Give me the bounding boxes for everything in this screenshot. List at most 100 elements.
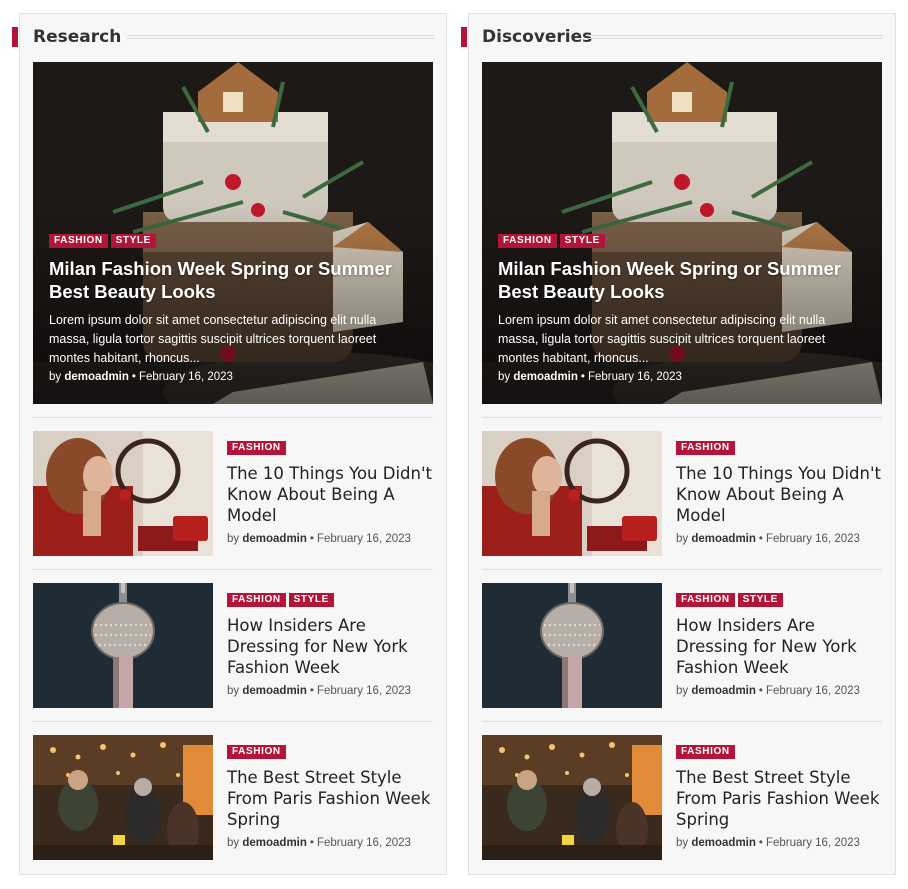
category-tag[interactable]: FASHION [676,441,735,455]
post-date: February 16, 2023 [316,533,411,545]
post-meta: by demoadmin • February 16, 2023 [227,685,433,697]
post-meta: by demoadmin • February 16, 2023 [227,837,433,849]
category-tag[interactable]: STYLE [288,593,334,607]
post-date: February 16, 2023 [765,533,860,545]
by-label: by [227,685,240,697]
post-date: February 16, 2023 [765,837,860,849]
post-title[interactable]: How Insiders Are Dressing for New York F… [676,615,882,678]
section-title: Discoveries [482,27,593,47]
category-tag[interactable]: FASHION [227,593,286,607]
featured-content: FASHION STYLE Milan Fashion Week Spring or… [498,234,862,383]
post-date: February 16, 2023 [138,371,233,383]
item-divider [482,417,882,418]
post-tags: FASHION STYLE [227,593,433,607]
post-thumbnail[interactable] [33,735,213,860]
category-tag[interactable]: STYLE [559,234,605,248]
category-tag[interactable]: FASHION [49,234,108,248]
post-thumbnail[interactable] [482,735,662,860]
meta-separator: • [131,371,136,383]
post-thumbnail[interactable] [33,583,213,708]
meta-separator: • [758,837,763,849]
post-info: FASHION The 10 Things You Didn't Know Abo… [227,441,433,545]
post-tags: FASHION STYLE [676,593,882,607]
category-tag[interactable]: FASHION [676,745,735,759]
post-meta: by demoadmin • February 16, 2023 [676,837,882,849]
post-thumbnail[interactable] [33,431,213,556]
item-divider [482,569,882,570]
post-tags: FASHION [227,745,433,759]
post-meta: by demoadmin • February 16, 2023 [676,533,882,545]
featured-post[interactable]: FASHION STYLE Milan Fashion Week Spring or… [33,62,433,404]
post-tags: FASHION STYLE [49,234,413,248]
post-info: FASHION The Best Street Style From Paris … [676,745,882,849]
post-info: FASHION The 10 Things You Didn't Know Abo… [676,441,882,545]
meta-separator: • [309,837,314,849]
author-link[interactable]: demoadmin [242,837,307,849]
post-list-item: FASHION The 10 Things You Didn't Know Abo… [482,417,882,556]
post-title[interactable]: How Insiders Are Dressing for New York F… [227,615,433,678]
meta-separator: • [309,533,314,545]
featured-excerpt: Lorem ipsum dolor sit amet consectetur a… [49,313,377,365]
post-date: February 16, 2023 [316,837,411,849]
category-tag[interactable]: FASHION [227,441,286,455]
item-divider [482,721,882,722]
by-label: by [676,685,689,697]
category-tag[interactable]: STYLE [737,593,783,607]
post-tags: FASHION [227,441,433,455]
post-date: February 16, 2023 [587,371,682,383]
meta-separator: • [580,371,585,383]
research-panel: Research FASHION STYLE Milan Fashion Week … [12,13,447,875]
category-tag[interactable]: STYLE [110,234,156,248]
featured-content: FASHION STYLE Milan Fashion Week Spring or… [49,234,413,383]
post-tags: FASHION [676,441,882,455]
post-info: FASHION STYLE How Insiders Are Dressing fo… [676,593,882,697]
featured-title[interactable]: Milan Fashion Week Spring or Summer Best… [498,257,862,303]
post-meta: by demoadmin • February 16, 2023 [227,533,433,545]
category-tag[interactable]: FASHION [227,745,286,759]
section-header: Discoveries [461,27,883,49]
section-title: Research [33,27,122,47]
post-list-item: FASHION STYLE How Insiders Are Dressing fo… [482,569,882,708]
item-divider [33,721,433,722]
meta-separator: • [758,533,763,545]
post-tags: FASHION [676,745,882,759]
author-link[interactable]: demoadmin [691,837,756,849]
by-label: by [227,837,240,849]
post-list-item: FASHION The Best Street Style From Paris … [482,721,882,860]
section-accent-bar [461,27,467,47]
meta-separator: • [758,685,763,697]
featured-title[interactable]: Milan Fashion Week Spring or Summer Best… [49,257,413,303]
author-link[interactable]: demoadmin [64,371,129,383]
author-link[interactable]: demoadmin [513,371,578,383]
post-thumbnail[interactable] [482,583,662,708]
post-title[interactable]: The 10 Things You Didn't Know About Bein… [676,463,882,526]
post-date: February 16, 2023 [765,685,860,697]
author-link[interactable]: demoadmin [691,685,756,697]
post-thumbnail[interactable] [482,431,662,556]
author-link[interactable]: demoadmin [242,685,307,697]
post-title[interactable]: The Best Street Style From Paris Fashion… [676,767,882,830]
author-link[interactable]: demoadmin [242,533,307,545]
section-divider [127,35,434,39]
post-meta: by demoadmin • February 16, 2023 [498,371,862,383]
section-header: Research [12,27,434,49]
by-label: by [498,371,511,383]
post-title[interactable]: The Best Street Style From Paris Fashion… [227,767,433,830]
featured-post[interactable]: FASHION STYLE Milan Fashion Week Spring or… [482,62,882,404]
item-divider [33,569,433,570]
by-label: by [676,533,689,545]
meta-separator: • [309,685,314,697]
by-label: by [227,533,240,545]
category-tag[interactable]: FASHION [498,234,557,248]
post-list-item: FASHION STYLE How Insiders Are Dressing fo… [33,569,433,708]
post-title[interactable]: The 10 Things You Didn't Know About Bein… [227,463,433,526]
post-list-item: FASHION The 10 Things You Didn't Know Abo… [33,417,433,556]
post-date: February 16, 2023 [316,685,411,697]
category-tag[interactable]: FASHION [676,593,735,607]
item-divider [33,417,433,418]
by-label: by [49,371,62,383]
by-label: by [676,837,689,849]
section-accent-bar [12,27,18,47]
post-meta: by demoadmin • February 16, 2023 [676,685,882,697]
author-link[interactable]: demoadmin [691,533,756,545]
